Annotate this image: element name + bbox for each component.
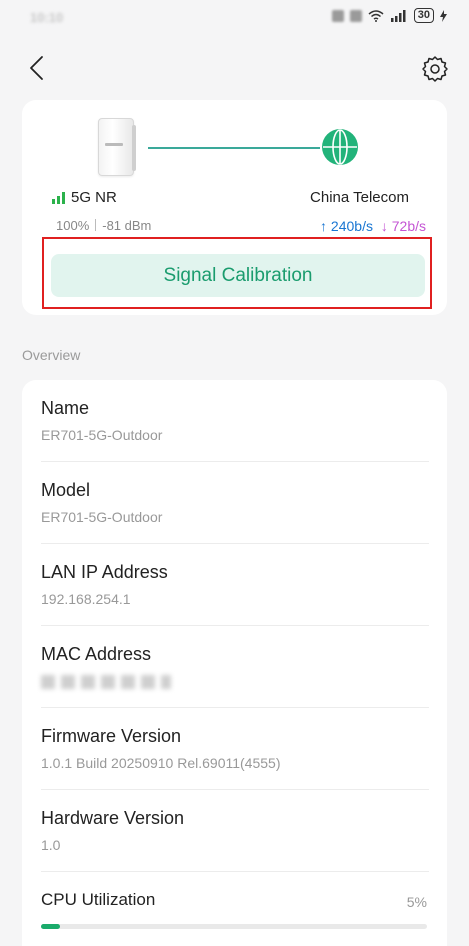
status-bar: 10:10 30 [0,0,469,36]
info-label: MAC Address [41,644,152,664]
info-label: Name [41,398,90,418]
gear-icon [422,56,448,82]
cpu-percent: 5% [406,894,427,910]
info-row-mac: MAC Address [41,644,429,708]
upload-speed: ↑ 240b/s [320,218,373,234]
info-row-firmware: Firmware Version 1.0.1 Build 20250910 Re… [41,726,429,790]
charging-icon [440,9,447,22]
network-type-label: 5G NR [71,189,117,206]
info-value: 1.0.1 Build 20250910 Rel.69011(4555) [41,755,281,771]
cpu-label: CPU Utilization [41,890,156,909]
cpu-progress-track [41,924,427,929]
router-image [98,118,136,176]
signal-dbm: -81 dBm [102,218,152,233]
back-button[interactable] [22,52,54,84]
wifi-icon [368,10,384,22]
chevron-left-icon [30,56,43,80]
carrier-name: China Telecom [310,189,409,206]
info-label: Model [41,480,91,500]
section-label-overview: Overview [22,347,81,363]
info-row-model: Model ER701-5G-Outdoor [41,480,429,544]
cellular-icon [390,9,406,22]
battery-indicator: 30 [413,8,434,23]
cpu-progress-fill [41,924,61,929]
connection-line [148,147,320,149]
download-speed-value: 72b/s [391,218,426,234]
signal-calibration-button[interactable]: Signal Calibration [51,254,425,297]
info-label: LAN IP Address [41,562,168,582]
network-type: 5G NR [52,189,117,206]
info-row-hardware: Hardware Version 1.0 [41,808,429,872]
overview-card: Name ER701-5G-Outdoor Model ER701-5G-Out… [22,380,447,946]
highlight-box: Signal Calibration [42,237,432,309]
settings-button[interactable] [419,52,451,84]
info-label: Firmware Version [41,726,182,746]
traffic-speeds: ↑ 240b/s ↓ 72b/s [320,218,426,234]
info-value: 192.168.254.1 [41,591,131,607]
download-speed: ↓ 72b/s [381,218,426,234]
info-value: ER701-5G-Outdoor [41,427,163,443]
notification-icon [331,9,344,22]
cpu-utilization-row: CPU Utilization 5% [41,890,429,929]
signal-percent: 100% [56,218,90,233]
upload-speed-value: 240b/s [330,218,373,234]
mac-address-redacted [41,675,171,689]
status-icons: 30 [331,8,447,23]
signal-stats: 100% -81 dBm [56,218,151,233]
info-row-lan-ip: LAN IP Address 192.168.254.1 [41,562,429,626]
signal-bars-icon [52,191,65,204]
top-bar [0,44,469,90]
notification-icon [349,9,362,22]
globe-icon [322,129,358,165]
info-row-name: Name ER701-5G-Outdoor [41,398,429,462]
status-time: 10:10 [30,10,64,25]
info-label: Hardware Version [41,808,185,828]
arrow-down-icon: ↓ [380,218,388,234]
connection-card: 5G NR 100% -81 dBm China Telecom ↑ 240b/s… [22,100,447,315]
info-value: 1.0 [41,837,61,853]
info-value: ER701-5G-Outdoor [41,509,163,525]
arrow-up-icon: ↑ [320,218,328,234]
